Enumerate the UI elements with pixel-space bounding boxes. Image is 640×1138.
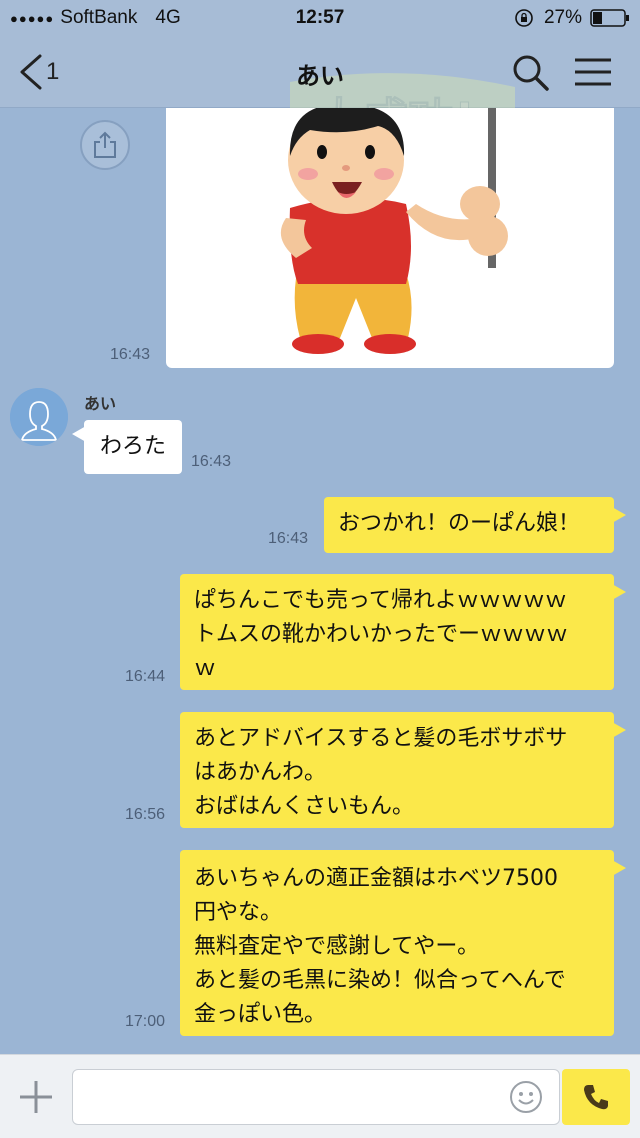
message-line: ｗ	[194, 656, 217, 681]
outgoing-message-bubble[interactable]: あいちゃんの適正金額はホベツ7500 円やな。 無料査定やで感謝してやー。 あと…	[180, 850, 626, 1036]
status-bar: ●●●●● SoftBank 4G 12:57 27%	[0, 0, 640, 36]
outgoing-message-bubble[interactable]: ぱちんこでも売って帰れよｗｗｗｗｗ トムスの靴かわいかったでーｗｗｗｗ ｗ	[180, 574, 626, 690]
message-input[interactable]	[72, 1069, 560, 1125]
message-line: 円やな。	[194, 900, 283, 925]
battery-percent: 27%	[543, 7, 582, 28]
message-time: 16:43	[191, 453, 232, 470]
battery-icon	[590, 9, 629, 27]
message-line: おつかれ！のーぱん娘！	[338, 511, 581, 536]
message-line: トムスの靴かわいかったでーｗｗｗｗ	[194, 622, 569, 647]
avatar[interactable]	[10, 388, 68, 446]
message-input-bar	[0, 1054, 640, 1138]
message-time: 16:43	[110, 346, 151, 363]
chat-header: 大成功! 1 あい	[0, 36, 640, 144]
cartoon-boy-image	[280, 108, 508, 354]
user-placeholder-icon	[10, 388, 68, 446]
message-time: 16:44	[125, 668, 166, 685]
rotation-lock-icon	[515, 9, 533, 27]
call-button[interactable]	[562, 1069, 630, 1125]
message-line: おばはんくさいもん。	[194, 794, 415, 819]
message-line: 金っぽい色。	[194, 1002, 327, 1027]
message-line: あいちゃんの適正金額はホベツ7500	[194, 866, 558, 891]
incoming-message-bubble[interactable]: わろた	[72, 420, 182, 474]
message-line: ぱちんこでも売って帰れよｗｗｗｗｗ	[194, 588, 567, 613]
share-icon	[94, 131, 116, 158]
status-right: 27%	[514, 7, 630, 29]
message-line: 無料査定やで感謝してやー。	[194, 934, 480, 959]
message-line: はあかんわ。	[194, 760, 327, 785]
outgoing-message-bubble[interactable]: おつかれ！のーぱん娘！	[324, 497, 626, 553]
phone-icon	[584, 1085, 608, 1110]
sender-name: あい	[84, 394, 117, 413]
plus-icon[interactable]	[16, 1077, 56, 1117]
image-message[interactable]	[166, 108, 614, 368]
share-button[interactable]	[80, 120, 130, 170]
message-time: 16:56	[125, 806, 166, 823]
message-line: あとアドバイスすると髪の毛ボサボサ	[194, 726, 568, 751]
message-line: あと髪の毛黒に染め！似合ってへんで	[194, 968, 566, 993]
menu-icon[interactable]	[573, 54, 613, 90]
emoji-icon[interactable]	[508, 1079, 544, 1115]
message-time: 16:43	[268, 530, 309, 547]
message-time: 17:00	[125, 1013, 166, 1030]
outgoing-message-bubble[interactable]: あとアドバイスすると髪の毛ボサボサ はあかんわ。 おばはんくさいもん。	[180, 712, 626, 828]
search-icon[interactable]	[510, 52, 550, 92]
